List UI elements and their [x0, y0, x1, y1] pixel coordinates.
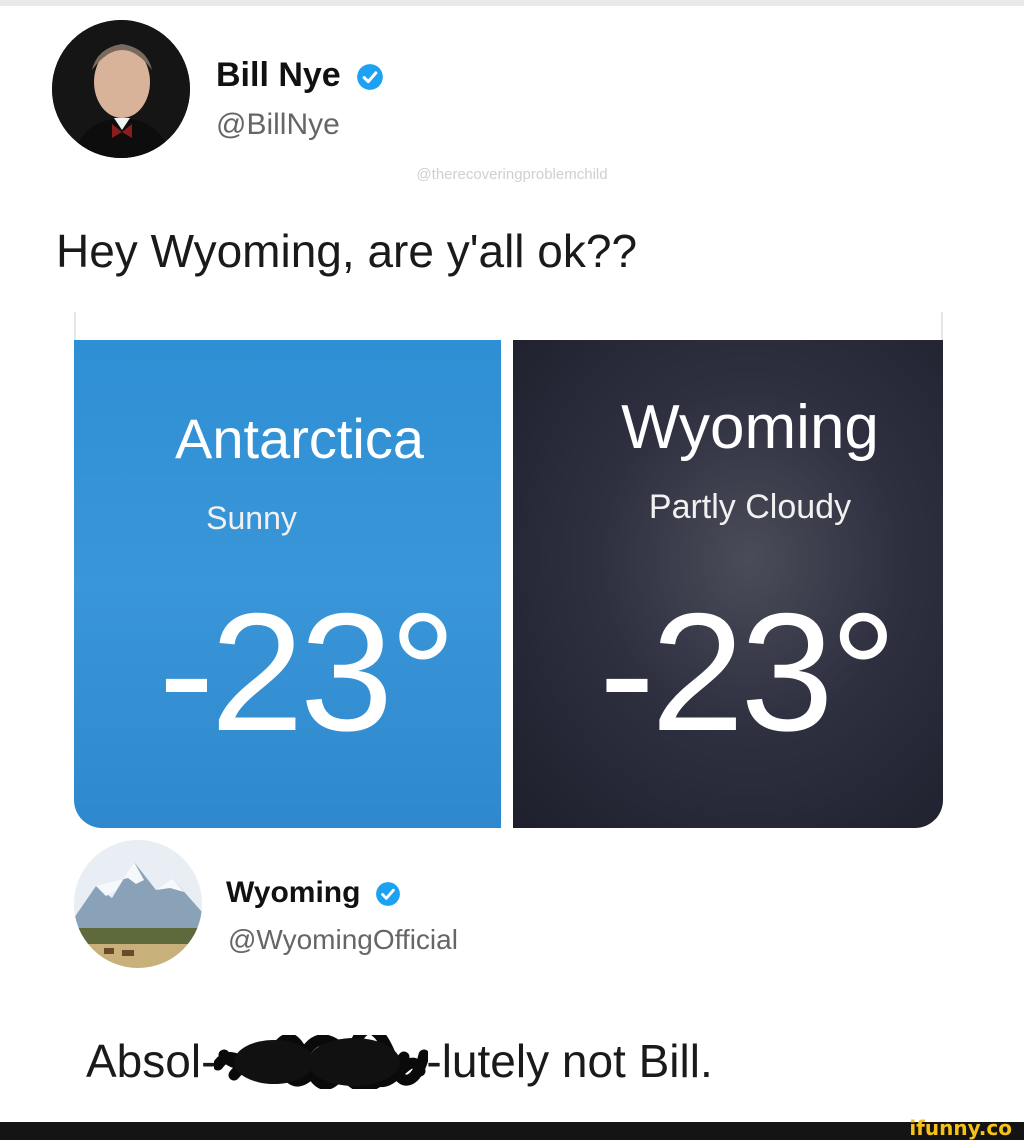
weather-card-wyoming: Wyoming Partly Cloudy -23° — [513, 340, 943, 828]
ifunny-watermark: ifunny.co — [909, 1116, 1012, 1140]
temperature: -23° — [599, 578, 897, 766]
bill-nye-name[interactable]: Bill Nye — [216, 56, 384, 95]
bill-nye-avatar[interactable] — [52, 20, 190, 158]
tweet-text: Hey Wyoming, are y'all ok?? — [56, 225, 638, 277]
wyoming-avatar[interactable] — [74, 840, 202, 968]
wyoming-name[interactable]: Wyoming — [226, 876, 401, 910]
top-border — [0, 0, 1024, 6]
bottom-bar — [0, 1122, 1024, 1140]
weather-card-antarctica: Antarctica Sunny -23° — [74, 340, 501, 828]
city-name: Antarctica — [175, 407, 424, 470]
bill-nye-handle[interactable]: @BillNye — [216, 108, 340, 142]
temperature: -23° — [158, 578, 457, 766]
reply-text-start: Absol- — [86, 1035, 217, 1087]
scribble-redaction — [212, 1023, 430, 1093]
card-border-right — [941, 312, 943, 340]
reply-text: Absol- -lutely not Bill. — [86, 1023, 713, 1093]
weather-condition: Partly Cloudy — [648, 488, 852, 526]
reply-text-end: -lutely not Bill. — [426, 1035, 713, 1087]
city-name: Wyoming — [621, 393, 879, 462]
verified-badge-icon — [375, 882, 400, 906]
weather-condition: Sunny — [206, 500, 297, 536]
card-border-left — [74, 312, 76, 340]
wyoming-handle[interactable]: @WyomingOfficial — [228, 924, 458, 956]
verified-badge-icon — [357, 64, 384, 90]
image-credit: @therecoveringproblemchild — [416, 166, 608, 183]
